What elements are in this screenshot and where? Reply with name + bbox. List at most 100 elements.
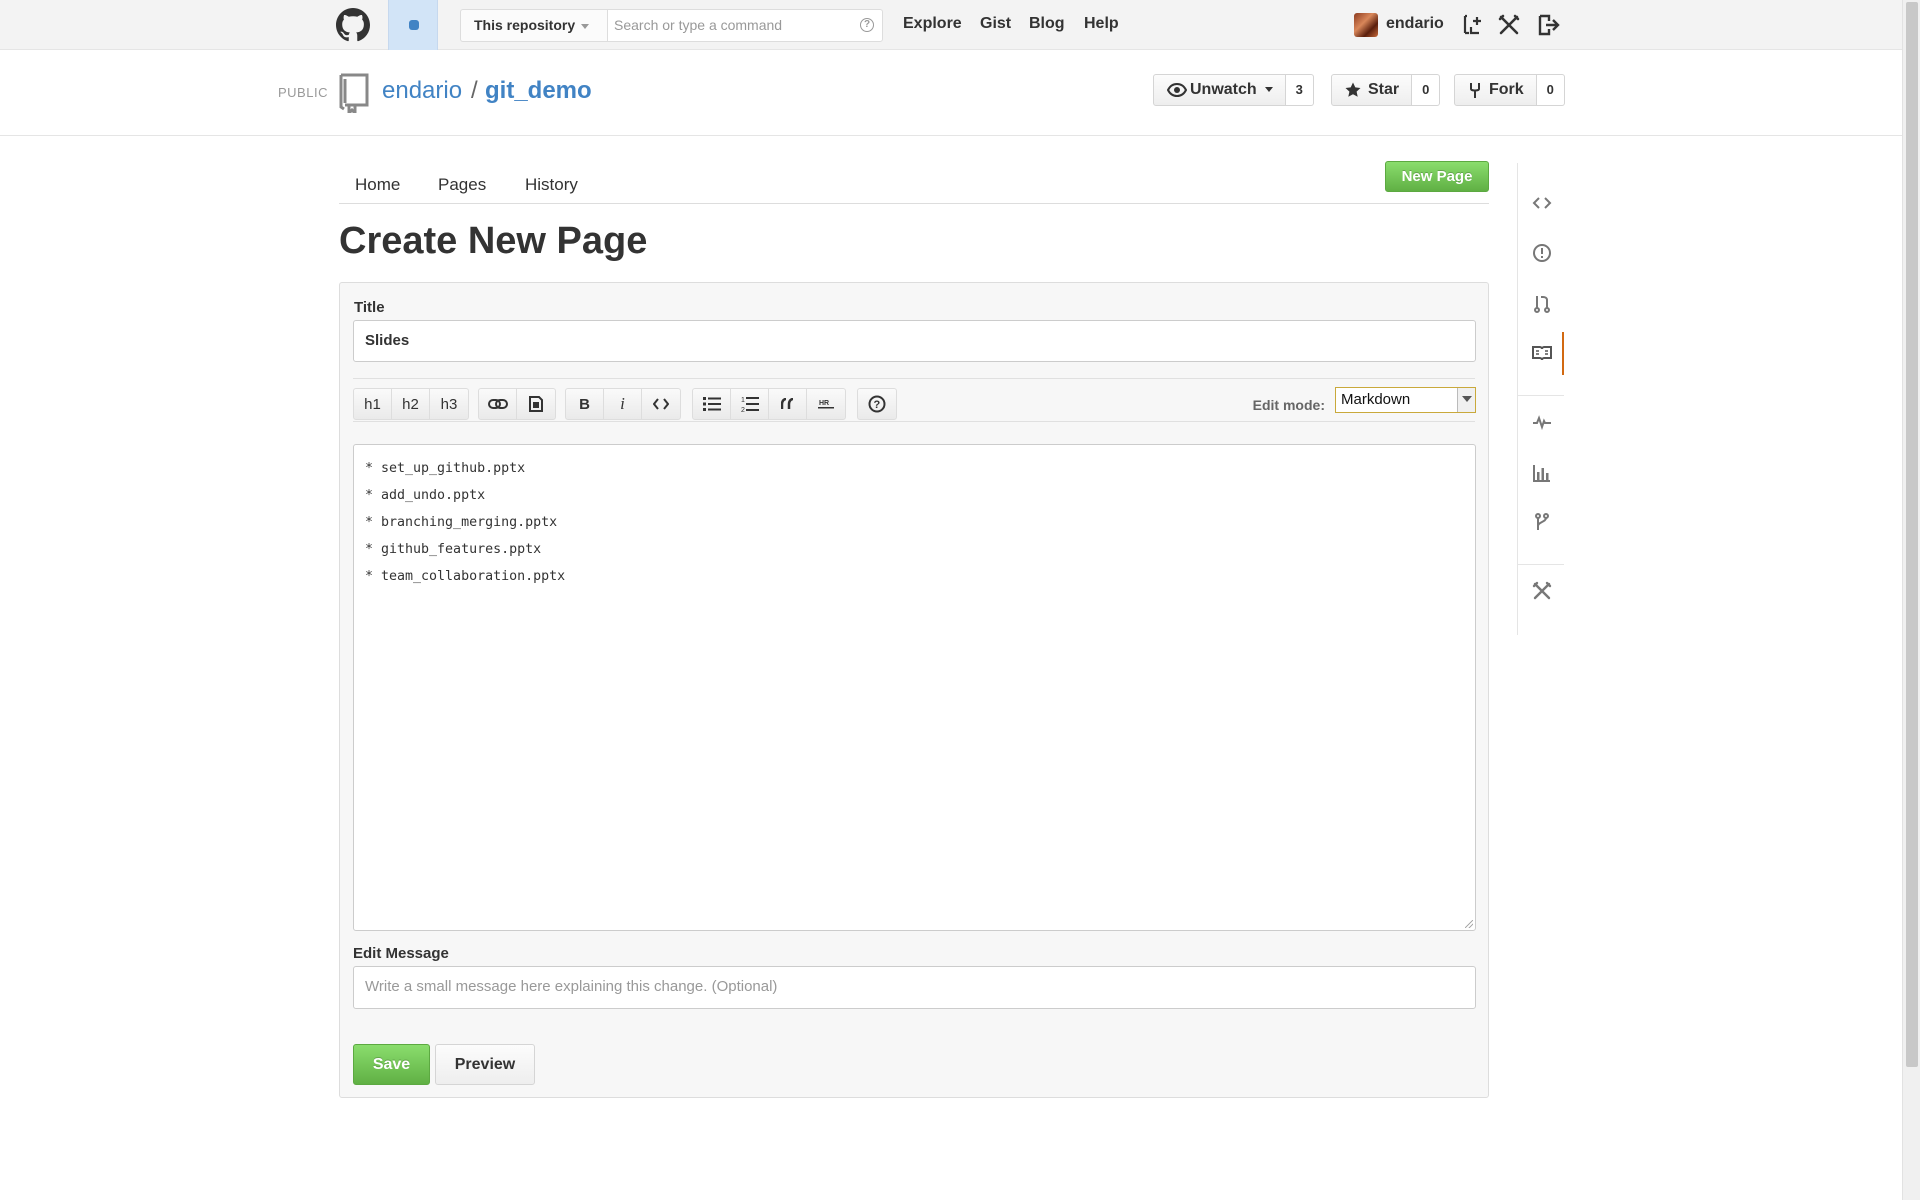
scrollbar-thumb[interactable]: [1906, 2, 1918, 1067]
link-button[interactable]: [479, 389, 517, 419]
watch-count[interactable]: 3: [1285, 74, 1314, 106]
content-editor[interactable]: * set_up_github.pptx * add_undo.pptx * b…: [353, 444, 1476, 931]
numbered-list-button[interactable]: 1 2: [731, 389, 769, 419]
wiki-icon[interactable]: [1532, 343, 1552, 363]
fork-button[interactable]: Fork: [1454, 74, 1537, 106]
avatar[interactable]: [1354, 13, 1378, 37]
blockquote-icon: [780, 398, 793, 409]
link-icon: [487, 399, 508, 409]
horizontal-rule-button[interactable]: HR: [807, 389, 845, 419]
star-count[interactable]: 0: [1412, 74, 1441, 106]
italic-button[interactable]: i: [604, 389, 642, 419]
code-button[interactable]: [642, 389, 680, 419]
nav-gist[interactable]: Gist: [980, 15, 1011, 33]
vertical-scrollbar[interactable]: [1902, 0, 1920, 1200]
sign-out-icon[interactable]: [1536, 13, 1560, 37]
svg-text:?: ?: [874, 399, 881, 411]
help-icon: ?: [868, 395, 886, 413]
code-icon[interactable]: [1532, 193, 1552, 213]
bulleted-list-icon: [702, 397, 721, 411]
issues-icon[interactable]: [1532, 243, 1552, 263]
repo-name-link[interactable]: git_demo: [485, 77, 592, 105]
page-title: Create New Page: [339, 220, 648, 262]
repo-path-separator: /: [471, 77, 478, 104]
wiki-nav: Home Pages History: [339, 158, 1489, 204]
wiki-nav-home[interactable]: Home: [355, 175, 400, 195]
h1-button[interactable]: h1: [354, 389, 392, 419]
network-icon[interactable]: [1532, 512, 1552, 532]
search-input[interactable]: Search or type a command ?: [607, 9, 883, 42]
search-placeholder: Search or type a command: [614, 17, 783, 33]
github-octocat-icon[interactable]: [336, 8, 370, 42]
top-header: This repository Search or type a command…: [0, 0, 1902, 50]
star-button[interactable]: Star: [1331, 74, 1413, 106]
star-label: Star: [1368, 81, 1400, 98]
edit-message-label: Edit Message: [353, 945, 449, 962]
title-field[interactable]: Slides: [353, 320, 1476, 362]
new-page-button[interactable]: New Page: [1385, 161, 1489, 192]
edit-mode-value: Markdown: [1341, 391, 1411, 408]
wiki-nav-history[interactable]: History: [525, 175, 578, 195]
svg-text:1: 1: [741, 397, 745, 404]
image-button[interactable]: [517, 389, 555, 419]
notifications-button[interactable]: [388, 0, 438, 50]
create-repo-icon[interactable]: [1459, 13, 1483, 37]
editor-line: * branching_merging.pptx: [365, 515, 558, 530]
preview-button[interactable]: Preview: [435, 1044, 535, 1085]
svg-text:HR: HR: [819, 400, 829, 407]
svg-text:2: 2: [741, 407, 745, 413]
pull-requests-icon[interactable]: [1532, 294, 1552, 314]
block-buttons: 1 2 HR: [692, 388, 846, 420]
repo-header: PUBLIC endario / git_demo Unwatch 3 Star…: [0, 51, 1902, 136]
nav-blog[interactable]: Blog: [1029, 15, 1065, 33]
fork-label: Fork: [1489, 81, 1524, 98]
unwatch-label: Unwatch: [1190, 81, 1257, 98]
wiki-nav-pages[interactable]: Pages: [438, 175, 486, 195]
editor-line: * github_features.pptx: [365, 542, 542, 557]
star-icon: [1345, 82, 1361, 97]
h3-button[interactable]: h3: [430, 389, 468, 419]
fork-group: Fork 0: [1454, 74, 1565, 106]
format-buttons: B i: [565, 388, 681, 420]
sidebar-divider: [1518, 564, 1564, 565]
settings-icon[interactable]: [1497, 13, 1521, 37]
graphs-icon[interactable]: [1532, 463, 1552, 483]
sidebar-divider: [1518, 395, 1564, 396]
editor-line: * team_collaboration.pptx: [365, 569, 566, 584]
visibility-label: PUBLIC: [278, 85, 328, 100]
edit-mode-label: Edit mode:: [1252, 397, 1325, 413]
repo-sidebar: [1517, 163, 1564, 635]
search-scope-label: This repository: [474, 17, 576, 33]
edit-mode-select[interactable]: Markdown: [1335, 387, 1476, 413]
unwatch-group: Unwatch 3: [1153, 74, 1314, 106]
wiki-edit-form: Title Slides h1 h2 h3 B i 1 2 HR ? Edit …: [339, 282, 1489, 1098]
editor-toolbar: h1 h2 h3 B i 1 2 HR ? Edit mode:: [353, 378, 1475, 422]
search-scope-dropdown[interactable]: This repository: [460, 9, 607, 42]
blockquote-button[interactable]: [769, 389, 807, 419]
chevron-down-icon: [581, 23, 590, 29]
nav-help[interactable]: Help: [1084, 15, 1119, 33]
settings-icon[interactable]: [1532, 581, 1552, 601]
chevron-down-icon: [1457, 388, 1475, 412]
editor-line: * set_up_github.pptx: [365, 461, 526, 476]
pulse-icon[interactable]: [1532, 412, 1552, 432]
bulleted-list-button[interactable]: [693, 389, 731, 419]
notification-icon: [409, 20, 419, 30]
unwatch-button[interactable]: Unwatch: [1153, 74, 1286, 106]
edit-message-field[interactable]: Write a small message here explaining th…: [353, 966, 1476, 1009]
nav-explore[interactable]: Explore: [903, 15, 962, 33]
fork-count[interactable]: 0: [1536, 74, 1565, 106]
h2-button[interactable]: h2: [392, 389, 430, 419]
chevron-down-icon: [1264, 87, 1273, 93]
username[interactable]: endario: [1386, 15, 1444, 33]
repo-owner-link[interactable]: endario: [382, 77, 462, 105]
eye-icon: [1167, 82, 1187, 98]
markdown-help-button[interactable]: ?: [858, 389, 896, 419]
resize-handle[interactable]: [1465, 920, 1473, 928]
link-image-buttons: [478, 388, 556, 420]
bold-button[interactable]: B: [566, 389, 604, 419]
editor-line: * add_undo.pptx: [365, 488, 486, 503]
search-help-icon[interactable]: ?: [860, 18, 874, 32]
repo-icon: [339, 73, 369, 113]
save-button[interactable]: Save: [353, 1044, 430, 1085]
